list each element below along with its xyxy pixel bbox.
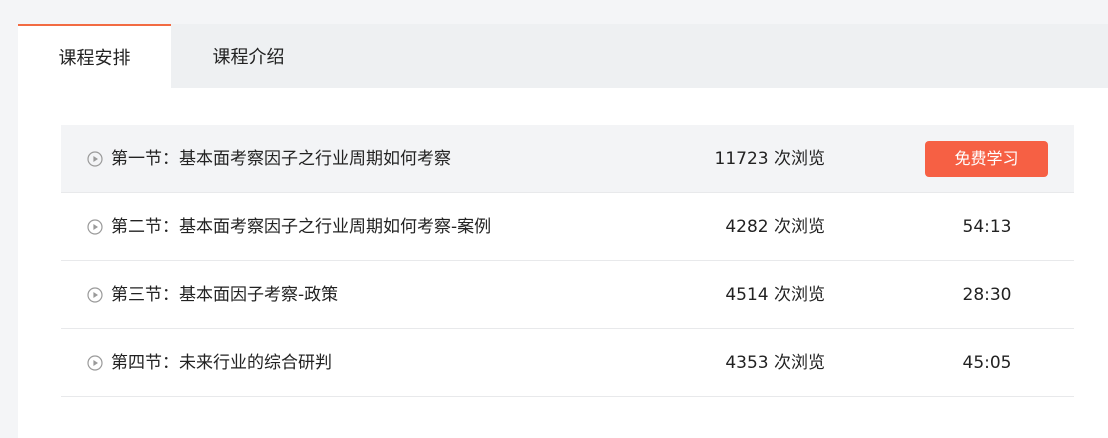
lesson-row[interactable]: 第三节：基本面因子考察-政策 4514 次浏览 28:30 bbox=[61, 261, 1074, 329]
lesson-duration: 54:13 bbox=[962, 217, 1012, 237]
lesson-title[interactable]: 第三节：基本面因子考察-政策 bbox=[111, 261, 338, 329]
play-circle-icon bbox=[87, 355, 103, 371]
lesson-title[interactable]: 第四节：未来行业的综合研判 bbox=[111, 329, 332, 397]
lesson-row[interactable]: 第四节：未来行业的综合研判 4353 次浏览 45:05 bbox=[61, 329, 1074, 397]
lesson-list: 第一节：基本面考察因子之行业周期如何考察 11723 次浏览 免费学习 第二节：… bbox=[61, 125, 1074, 397]
lesson-row[interactable]: 第一节：基本面考察因子之行业周期如何考察 11723 次浏览 免费学习 bbox=[61, 125, 1074, 193]
lesson-duration: 45:05 bbox=[962, 353, 1012, 373]
tab-introduction[interactable]: 课程介绍 bbox=[171, 24, 326, 88]
lesson-title[interactable]: 第一节：基本面考察因子之行业周期如何考察 bbox=[111, 125, 451, 193]
view-count: 4282 次浏览 bbox=[725, 217, 825, 237]
view-count: 4514 次浏览 bbox=[725, 285, 825, 305]
tab-bar: 课程安排 课程介绍 bbox=[18, 24, 1108, 88]
play-circle-icon bbox=[87, 151, 103, 167]
tab-schedule[interactable]: 课程安排 bbox=[18, 24, 171, 88]
course-panel: 课程安排 课程介绍 第一节：基本面考察因子之行业周期如何考察 11723 次浏览… bbox=[18, 24, 1108, 438]
play-circle-icon bbox=[87, 287, 103, 303]
play-circle-icon bbox=[87, 219, 103, 235]
lesson-row[interactable]: 第二节：基本面考察因子之行业周期如何考察-案例 4282 次浏览 54:13 bbox=[61, 193, 1074, 261]
view-count: 11723 次浏览 bbox=[714, 149, 825, 169]
lesson-duration: 28:30 bbox=[962, 285, 1012, 305]
lesson-title[interactable]: 第二节：基本面考察因子之行业周期如何考察-案例 bbox=[111, 193, 491, 261]
free-study-button[interactable]: 免费学习 bbox=[925, 141, 1048, 177]
view-count: 4353 次浏览 bbox=[725, 353, 825, 373]
